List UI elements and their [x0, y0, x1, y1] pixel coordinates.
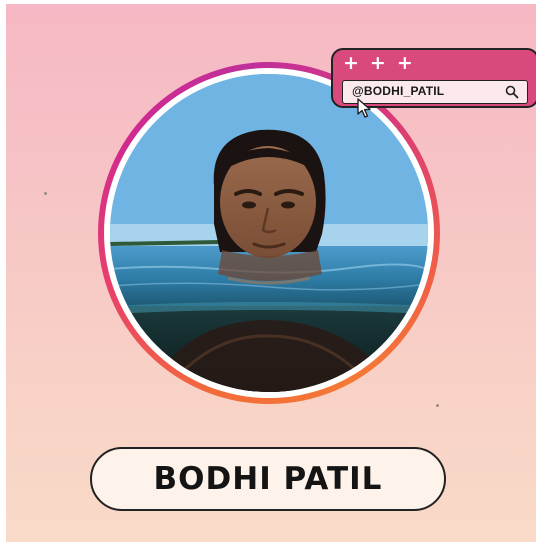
avatar-ring — [98, 62, 440, 404]
plus-icon: + — [396, 52, 413, 74]
search-icon[interactable] — [505, 85, 519, 99]
handle-text: @BODHI_PATIL — [352, 84, 445, 98]
cursor-icon — [357, 98, 371, 118]
portrait-illustration — [110, 74, 428, 392]
profile-card: + + + @BODHI_PATIL BODHI PATIL — [6, 4, 536, 542]
decorative-dot — [436, 404, 439, 407]
plus-row: + + + — [343, 52, 413, 74]
profile-name: BODHI PATIL — [153, 461, 383, 497]
avatar-ring-inner — [104, 68, 434, 398]
name-badge: BODHI PATIL — [90, 447, 446, 511]
decorative-dot — [44, 192, 47, 195]
avatar-photo — [110, 74, 428, 392]
plus-icon: + — [369, 52, 386, 74]
plus-icon: + — [343, 52, 359, 74]
